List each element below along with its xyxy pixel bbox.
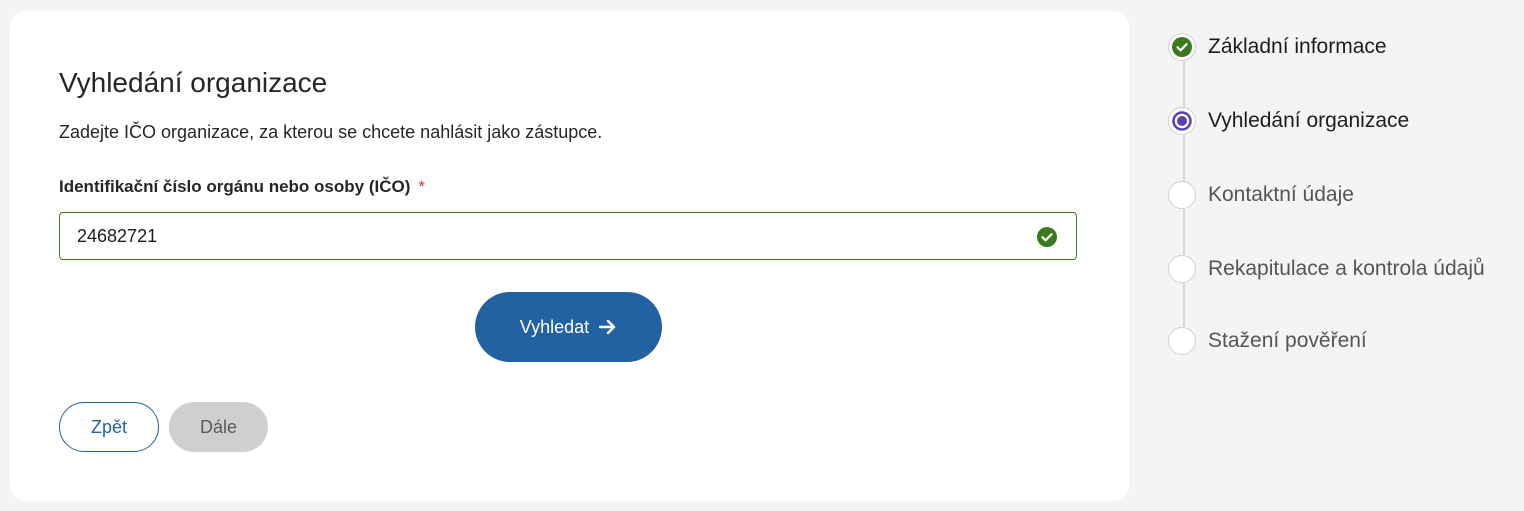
search-button[interactable]: Vyhledat — [475, 292, 662, 362]
step-label: Rekapitulace a kontrola údajů — [1208, 257, 1485, 280]
step-todo-indicator — [1168, 327, 1196, 355]
step-basic-info: Základní informace — [1168, 31, 1387, 63]
step-organization-search: Vyhledání organizace — [1168, 105, 1409, 137]
step-label: Stažení pověření — [1208, 329, 1367, 352]
progress-stepper: Základní informace Vyhledání organizace … — [1160, 0, 1524, 511]
ico-field-label: Identifikační číslo orgánu nebo osoby (I… — [59, 177, 425, 197]
required-star: * — [418, 177, 425, 196]
form-card: Vyhledání organizace Zadejte IČO organiz… — [10, 11, 1129, 501]
step-contact-details: Kontaktní údaje — [1168, 179, 1354, 211]
step-current-indicator — [1168, 107, 1196, 135]
step-recap: Rekapitulace a kontrola údajů — [1168, 253, 1485, 285]
back-button[interactable]: Zpět — [59, 402, 159, 452]
page-title: Vyhledání organizace — [59, 67, 328, 98]
next-button[interactable]: Dále — [169, 402, 268, 452]
ico-input[interactable] — [77, 213, 1017, 259]
arrow-right-icon — [599, 319, 616, 335]
ico-input-wrapper — [59, 212, 1077, 260]
radio-dot-icon — [1172, 111, 1192, 131]
step-todo-indicator — [1168, 181, 1196, 209]
step-download: Stažení pověření — [1168, 325, 1367, 357]
step-done-indicator — [1168, 33, 1196, 61]
page-description: Zadejte IČO organizace, za kterou se chc… — [59, 122, 603, 142]
ico-field-label-text: Identifikační číslo orgánu nebo osoby (I… — [59, 177, 411, 196]
step-label: Vyhledání organizace — [1208, 109, 1410, 132]
step-label: Základní informace — [1208, 35, 1387, 58]
step-label: Kontaktní údaje — [1208, 183, 1354, 206]
check-circle-icon — [1037, 227, 1057, 247]
check-circle-icon — [1172, 37, 1192, 57]
step-todo-indicator — [1168, 255, 1196, 283]
search-button-label: Vyhledat — [519, 316, 590, 337]
